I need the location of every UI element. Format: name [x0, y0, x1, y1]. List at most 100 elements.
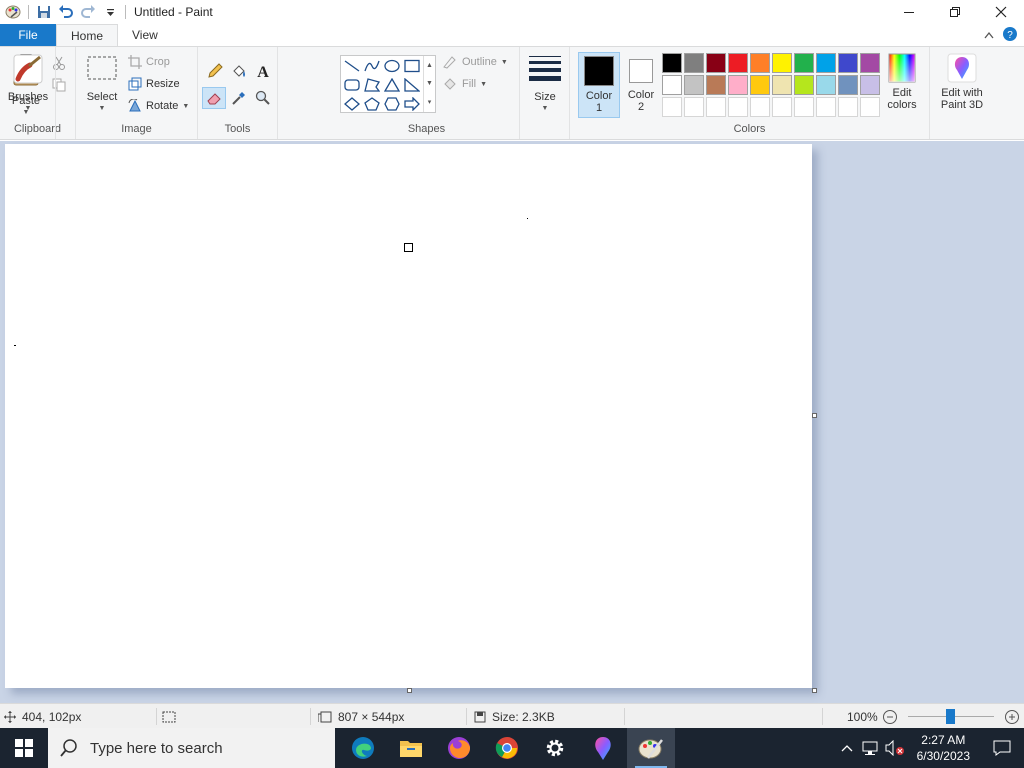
- zoom-out-button[interactable]: [882, 704, 898, 729]
- palette-empty-slot[interactable]: [838, 97, 858, 117]
- fill-tool[interactable]: [228, 61, 250, 81]
- resize-handle-bottom[interactable]: [407, 688, 412, 693]
- tab-view[interactable]: View: [118, 24, 172, 46]
- taskbar-chrome[interactable]: [483, 728, 531, 768]
- shape-rounded-rectangle[interactable]: [342, 76, 362, 94]
- shape-right-triangle[interactable]: [402, 76, 422, 94]
- notification-center-button[interactable]: [980, 728, 1024, 768]
- palette-empty-slot[interactable]: [706, 97, 726, 117]
- taskbar-settings[interactable]: [531, 728, 579, 768]
- shape-right-arrow[interactable]: [402, 95, 422, 113]
- palette-swatch[interactable]: [772, 75, 792, 95]
- size-button[interactable]: Size ▼: [525, 55, 565, 115]
- palette-empty-slot[interactable]: [750, 97, 770, 117]
- clock-time: 2:27 AM: [921, 733, 966, 747]
- outline-button[interactable]: Outline ▼: [442, 52, 508, 72]
- palette-swatch[interactable]: [706, 53, 726, 73]
- palette-swatch[interactable]: [794, 53, 814, 73]
- crop-button[interactable]: Crop: [128, 52, 170, 72]
- palette-empty-slot[interactable]: [794, 97, 814, 117]
- close-button[interactable]: [978, 0, 1024, 24]
- palette-swatch[interactable]: [728, 53, 748, 73]
- palette-swatch[interactable]: [816, 75, 836, 95]
- palette-empty-slot[interactable]: [772, 97, 792, 117]
- shape-oval[interactable]: [382, 57, 402, 75]
- move-cursor-icon: [4, 710, 16, 723]
- taskbar-search-box[interactable]: Type here to search: [48, 728, 335, 768]
- save-icon[interactable]: [33, 1, 55, 23]
- palette-swatch[interactable]: [838, 75, 858, 95]
- eraser-tool[interactable]: [202, 87, 226, 109]
- taskbar-paint3d[interactable]: [579, 728, 627, 768]
- resize-handle-corner[interactable]: [812, 688, 817, 693]
- rotate-button[interactable]: Rotate ▼: [128, 96, 189, 116]
- palette-empty-slot[interactable]: [816, 97, 836, 117]
- palette-swatch[interactable]: [662, 53, 682, 73]
- color2-button[interactable]: Color 2: [620, 53, 662, 113]
- text-tool[interactable]: A: [252, 61, 274, 81]
- fill-button[interactable]: Fill ▼: [442, 74, 487, 94]
- palette-empty-slot[interactable]: [728, 97, 748, 117]
- undo-icon[interactable]: [55, 1, 77, 23]
- taskbar-file-explorer[interactable]: [387, 728, 435, 768]
- taskbar-clock[interactable]: 2:27 AM 6/30/2023: [907, 732, 980, 764]
- palette-swatch[interactable]: [816, 53, 836, 73]
- start-button[interactable]: [0, 728, 48, 768]
- canvas-workspace[interactable]: [0, 141, 1024, 703]
- scroll-down-icon[interactable]: ▼: [426, 80, 433, 87]
- magnifier-tool[interactable]: [252, 88, 274, 108]
- selection-size: [162, 704, 176, 729]
- collapse-ribbon-icon[interactable]: [984, 28, 994, 42]
- paint-app-icon[interactable]: [2, 1, 24, 23]
- shape-polygon[interactable]: [362, 76, 382, 94]
- expand-gallery-icon[interactable]: ▾: [428, 98, 432, 106]
- scroll-up-icon[interactable]: ▲: [426, 62, 433, 69]
- shape-line[interactable]: [342, 57, 362, 75]
- restore-button[interactable]: [932, 0, 978, 24]
- drawing-canvas[interactable]: [5, 144, 812, 688]
- palette-swatch[interactable]: [706, 75, 726, 95]
- palette-swatch[interactable]: [684, 75, 704, 95]
- brushes-button[interactable]: Brushes ▼: [0, 53, 56, 115]
- network-button[interactable]: [859, 740, 883, 756]
- shape-pentagon[interactable]: [362, 95, 382, 113]
- tab-file[interactable]: File: [0, 24, 56, 46]
- shapes-gallery: ▲ ▼ ▾: [340, 55, 436, 113]
- edit-with-paint3d-button[interactable]: Edit with Paint 3D: [932, 53, 992, 111]
- minimize-button[interactable]: [886, 0, 932, 24]
- resize-handle-right[interactable]: [812, 413, 817, 418]
- shape-curve[interactable]: [362, 57, 382, 75]
- customize-qat-chevron-icon[interactable]: [99, 1, 121, 23]
- color1-button[interactable]: Color 1: [578, 52, 620, 118]
- palette-empty-slot[interactable]: [684, 97, 704, 117]
- palette-swatch[interactable]: [838, 53, 858, 73]
- select-button[interactable]: Select ▼: [82, 55, 122, 115]
- edit-colors-button[interactable]: Edit colors: [876, 53, 928, 111]
- shape-hexagon[interactable]: [382, 95, 402, 113]
- zoom-slider-thumb[interactable]: [946, 709, 955, 724]
- palette-swatch[interactable]: [750, 53, 770, 73]
- taskbar-edge[interactable]: [339, 728, 387, 768]
- volume-button[interactable]: [883, 740, 907, 756]
- palette-swatch[interactable]: [684, 53, 704, 73]
- shape-triangle[interactable]: [382, 76, 402, 94]
- redo-icon[interactable]: [77, 1, 99, 23]
- palette-swatch[interactable]: [662, 75, 682, 95]
- pencil-tool[interactable]: [204, 61, 226, 81]
- palette-swatch[interactable]: [728, 75, 748, 95]
- taskbar-firefox[interactable]: [435, 728, 483, 768]
- shape-diamond[interactable]: [342, 95, 362, 113]
- help-icon[interactable]: ?: [1002, 26, 1018, 45]
- zoom-in-button[interactable]: [1004, 704, 1020, 729]
- shape-rectangle[interactable]: [402, 57, 422, 75]
- taskbar-paint[interactable]: [627, 728, 675, 768]
- tab-home[interactable]: Home: [56, 24, 119, 47]
- palette-empty-slot[interactable]: [662, 97, 682, 117]
- palette-swatch[interactable]: [772, 53, 792, 73]
- resize-button[interactable]: Resize: [128, 74, 180, 94]
- palette-swatch[interactable]: [794, 75, 814, 95]
- palette-swatch[interactable]: [750, 75, 770, 95]
- color-picker-tool[interactable]: [228, 88, 250, 108]
- show-hidden-icons-button[interactable]: [835, 744, 859, 752]
- shapes-scroll[interactable]: ▲ ▼ ▾: [423, 56, 435, 112]
